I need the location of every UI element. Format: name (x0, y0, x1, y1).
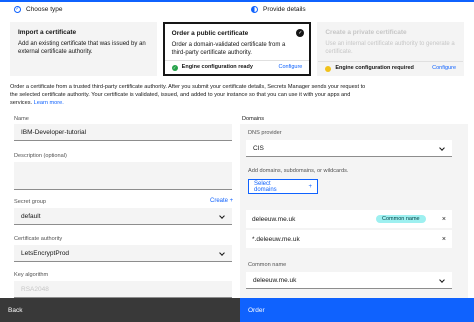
secret-group-label: Secret group (14, 199, 47, 205)
back-button[interactable]: Back (0, 298, 240, 322)
warning-icon (325, 65, 332, 72)
secret-group-value: default (21, 212, 41, 220)
chevron-down-icon (439, 145, 445, 151)
tile-title: Create a private certificate (325, 29, 407, 36)
order-label: Order (248, 306, 265, 314)
tile-title: Import a certificate (18, 29, 77, 36)
progress-steps: ✓ Choose type Provide details (0, 0, 474, 16)
step-provide-details[interactable]: Provide details (237, 0, 474, 16)
tile-order-public-certificate[interactable]: ✓ Order a public certificate Order a dom… (162, 22, 312, 76)
secret-group-select[interactable]: default (14, 208, 232, 225)
dns-provider-select[interactable]: CIS (246, 140, 452, 157)
remove-domain-icon[interactable]: × (442, 216, 446, 223)
step-choose-type[interactable]: ✓ Choose type (0, 0, 237, 16)
certificate-authority-label: Certificate authority (14, 236, 63, 242)
common-name-value: deleeuw.me.uk (253, 276, 297, 284)
tile-footer: Engine configuration required Configure (318, 61, 464, 75)
name-input[interactable]: IBM-Developer-tutorial (14, 124, 232, 141)
key-algorithm-label: Key algorithm (14, 272, 49, 278)
tile-create-private-certificate[interactable]: Create a private certificate Use an inte… (317, 22, 465, 76)
selected-check-icon: ✓ (296, 29, 305, 37)
common-name-label: Common name (248, 262, 287, 268)
checkmark-icon: ✓ (14, 5, 21, 13)
tile-description: Use an internal certificate authority to… (325, 40, 455, 55)
success-icon: ✓ (171, 64, 178, 71)
chevron-down-icon (219, 250, 225, 256)
domain-row: deleeuw.me.uk Common name × (246, 210, 452, 228)
dns-provider-value: CIS (253, 144, 264, 152)
remove-domain-icon[interactable]: × (442, 236, 446, 243)
configure-link[interactable]: Configure (432, 65, 456, 72)
description-textarea[interactable] (14, 162, 232, 190)
step-label: Choose type (26, 5, 63, 13)
name-value: IBM-Developer-tutorial (21, 128, 87, 136)
select-domains-label: Select domains (254, 180, 277, 193)
tile-description: Add an existing certificate that was iss… (18, 40, 146, 55)
domain-name: *.deleeuw.me.uk (252, 235, 300, 243)
tile-title: Order a public certificate (171, 30, 249, 37)
domains-heading: Domains (242, 116, 265, 122)
description-label: Description (optional) (14, 153, 67, 159)
engine-status: Engine configuration required (335, 64, 414, 71)
chevron-down-icon (219, 213, 225, 219)
name-label: Name (14, 116, 29, 122)
key-algorithm-value: RSA2048 (21, 285, 49, 293)
certificate-authority-select[interactable]: LetsEncryptProd (14, 245, 232, 262)
common-name-tag: Common name (376, 215, 426, 223)
tile-import-certificate[interactable]: Import a certificate Add an existing cer… (10, 22, 157, 76)
add-icon: + (308, 183, 312, 190)
back-label: Back (8, 306, 23, 314)
add-domains-label: Add domains, subdomains, or wildcards. (248, 168, 349, 174)
tile-footer: ✓ Engine configuration ready Configure (164, 60, 310, 74)
engine-status: Engine configuration ready (181, 63, 253, 70)
configure-link[interactable]: Configure (278, 64, 302, 71)
domain-name: deleeuw.me.uk (252, 215, 296, 223)
dns-provider-label: DNS provider (248, 130, 282, 136)
tile-description: Order a domain-validated certificate fro… (171, 41, 286, 56)
chevron-down-icon (439, 277, 445, 283)
order-button[interactable]: Order (240, 298, 474, 322)
intro-text: Order a certificate from a trusted third… (10, 84, 370, 107)
in-progress-icon (251, 5, 258, 13)
domain-row: *.deleeuw.me.uk × (246, 230, 452, 248)
create-group-link[interactable]: Create + (210, 198, 233, 204)
key-algorithm-select[interactable]: RSA2048 (14, 281, 232, 298)
certificate-type-tiles: Import a certificate Add an existing cer… (10, 22, 465, 76)
action-bar: Back Order (0, 298, 474, 322)
certificate-authority-value: LetsEncryptProd (21, 249, 70, 257)
step-label: Provide details (263, 5, 306, 13)
learn-more-link[interactable]: Learn more. (34, 100, 64, 106)
select-domains-button[interactable]: Select domains + (248, 179, 318, 194)
common-name-select[interactable]: deleeuw.me.uk (246, 272, 452, 289)
